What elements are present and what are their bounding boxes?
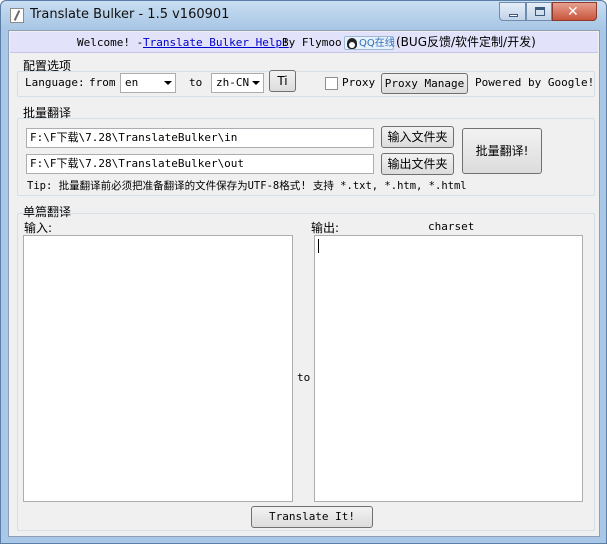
from-label: from [89, 76, 116, 89]
app-icon [10, 8, 24, 23]
translate-button[interactable]: Translate It! [251, 506, 373, 528]
welcome-bar: Welcome! - Translate Bulker Help! By Fly… [10, 32, 598, 53]
powered-by-text: Powered by Google! [475, 76, 595, 89]
title-bar[interactable]: Translate Bulker - 1.5 v160901 ✕ [1, 1, 606, 29]
chevron-down-icon [164, 81, 172, 85]
output-folder-path[interactable]: F:\F下载\7.28\TranslateBulker\out [26, 154, 374, 174]
app-window: Translate Bulker - 1.5 v160901 ✕ Welcome… [0, 0, 607, 544]
maximize-icon [535, 7, 545, 16]
input-folder-button[interactable]: 输入文件夹 [381, 126, 454, 148]
charset-label: charset [428, 220, 475, 233]
chevron-down-icon [252, 81, 260, 85]
feedback-text: (BUG反馈/软件定制/开发) [396, 35, 536, 49]
qq-penguin-icon [347, 38, 357, 49]
batch-translate-button[interactable]: 批量翻译! [462, 128, 542, 174]
proxy-manage-button[interactable]: Proxy Manage [381, 73, 468, 94]
author-text: By Flymoo [282, 36, 342, 49]
minimize-icon [509, 14, 518, 17]
qq-badge-label: QQ在线 [359, 38, 395, 49]
to-label: to [189, 76, 203, 89]
from-language-select[interactable]: en [120, 73, 176, 93]
output-folder-button[interactable]: 输出文件夹 [381, 153, 454, 175]
welcome-prefix: Welcome! - [77, 36, 144, 49]
close-icon: ✕ [567, 4, 579, 20]
window-title: Translate Bulker - 1.5 v160901 [30, 7, 230, 22]
client-area: Welcome! - Translate Bulker Help! By Fly… [8, 30, 600, 537]
batch-tip: Tip: 批量翻译前必须把准备翻译的文件保存为UTF-8格式! 支持 *.txt… [27, 180, 467, 192]
language-label: Language: [25, 76, 85, 89]
from-language-value: en [125, 76, 139, 89]
output-label: 输出: [311, 221, 340, 235]
help-link[interactable]: Translate Bulker Help! [143, 32, 289, 53]
maximize-button[interactable] [526, 2, 552, 21]
input-folder-path[interactable]: F:\F下载\7.28\TranslateBulker\in [26, 128, 374, 148]
text-caret [318, 239, 319, 253]
proxy-label: Proxy [342, 76, 376, 89]
to-language-value: zh-CN [216, 76, 250, 89]
input-textarea[interactable] [23, 235, 293, 502]
ti-button[interactable]: Ti [269, 70, 296, 92]
to-language-select[interactable]: zh-CN [211, 73, 264, 93]
qq-online-badge[interactable]: QQ在线 [344, 36, 395, 50]
minimize-button[interactable] [499, 2, 526, 21]
input-label: 输入: [24, 221, 53, 235]
proxy-checkbox[interactable] [325, 77, 338, 90]
output-textarea[interactable] [314, 235, 583, 502]
close-button[interactable]: ✕ [552, 2, 597, 21]
to-arrow-label: to [297, 371, 311, 384]
